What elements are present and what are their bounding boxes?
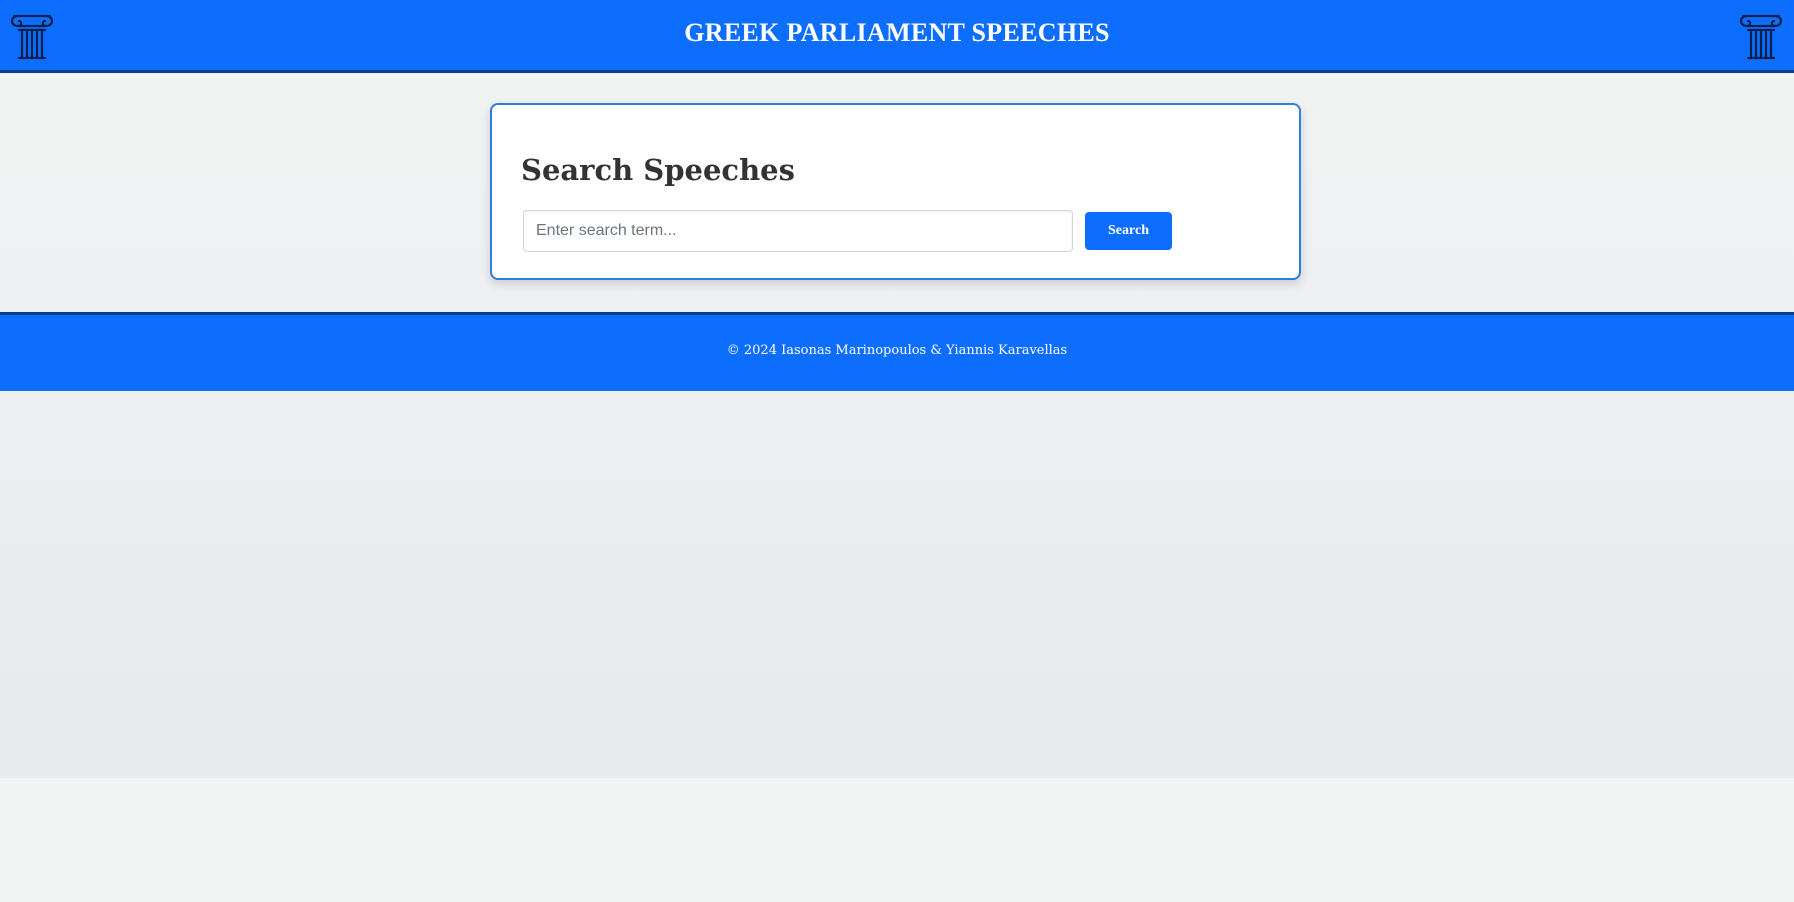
page-background-lower: [0, 778, 1794, 902]
search-heading: Search Speeches: [521, 153, 795, 187]
site-header: GREEK PARLIAMENT SPEECHES: [0, 0, 1794, 73]
ionic-column-icon: [1739, 14, 1783, 60]
search-input[interactable]: [523, 210, 1073, 252]
search-card: Search Speeches Search: [490, 103, 1301, 280]
footer-copyright: © 2024 Iasonas Marinopoulos & Yiannis Ka…: [726, 343, 1068, 358]
site-title: GREEK PARLIAMENT SPEECHES: [684, 18, 1110, 47]
search-button[interactable]: Search: [1085, 212, 1172, 250]
site-footer: © 2024 Iasonas Marinopoulos & Yiannis Ka…: [0, 312, 1794, 391]
